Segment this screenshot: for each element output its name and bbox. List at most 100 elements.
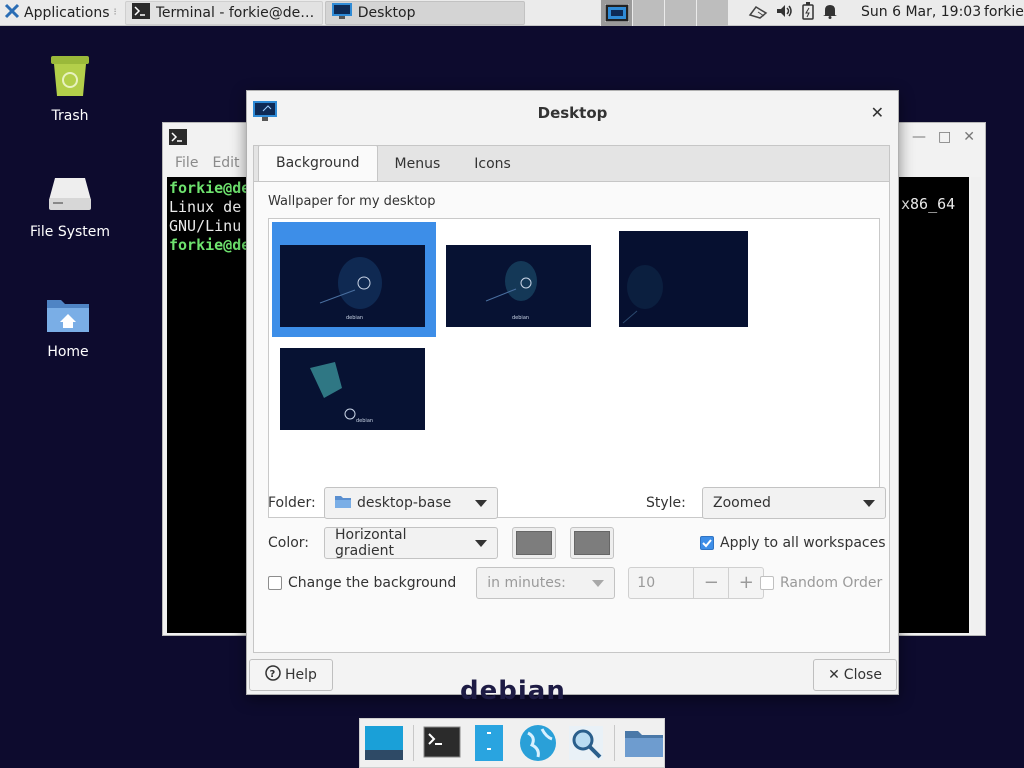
menu-edit[interactable]: Edit [212, 155, 239, 171]
wallpaper-caption: debian [346, 315, 363, 321]
desktop-icon-file-system[interactable]: File System [20, 174, 120, 240]
maximize-icon[interactable]: □ [938, 129, 951, 145]
minimize-icon[interactable]: — [912, 129, 926, 145]
wallpaper-section-label: Wallpaper for my desktop [268, 194, 436, 209]
wallpaper-caption: debian [356, 418, 373, 424]
help-icon: ? [265, 665, 281, 685]
menu-dots-icon: ⁝ [113, 7, 117, 18]
close-button[interactable]: ✕ Close [813, 659, 897, 691]
menu-file[interactable]: File [175, 155, 198, 171]
volume-icon[interactable] [776, 3, 794, 23]
workspace-switcher [600, 0, 728, 26]
terminal-icon[interactable] [423, 723, 461, 763]
interval-value: 10 [637, 575, 656, 591]
svg-text:?: ? [270, 669, 276, 680]
trash-icon [20, 52, 120, 102]
taskbar-terminal-title: Terminal - forkie@debia... [155, 4, 316, 21]
style-row: Style: Zoomed [646, 487, 886, 519]
color2-swatch [574, 531, 610, 555]
drive-icon [20, 174, 120, 218]
apply-all-label: Apply to all workspaces [720, 535, 886, 551]
color-style-combobox[interactable]: Horizontal gradient [324, 527, 498, 559]
color-row: Color: Horizontal gradient [268, 527, 614, 559]
tab-menus[interactable]: Menus [378, 147, 458, 181]
wallpaper-thumbnail[interactable] [619, 231, 748, 327]
change-background-checkbox[interactable] [268, 576, 282, 590]
close-icon[interactable]: ✕ [963, 129, 975, 145]
desktop-icon-label: Home [47, 344, 89, 360]
help-label: Help [285, 667, 317, 683]
folder-label: Folder: [268, 495, 316, 511]
applications-label: Applications [24, 4, 110, 21]
taskbar-desktop-button[interactable]: Desktop [324, 0, 525, 25]
random-order-checkbox[interactable] [760, 576, 774, 590]
terminal-icon [131, 2, 150, 23]
wallpaper-thumbnail[interactable]: debian [446, 245, 591, 327]
apply-all-row[interactable]: Apply to all workspaces [700, 535, 886, 551]
tab-container: Background Menus Icons Wallpaper for my … [253, 145, 890, 653]
tab-background[interactable]: Background [258, 145, 378, 181]
terminal-window-icon [169, 129, 187, 149]
color1-swatch [516, 531, 552, 555]
system-tray [748, 0, 838, 26]
taskbar-terminal-button[interactable]: Terminal - forkie@debia... [124, 0, 323, 25]
workspace-1[interactable] [600, 0, 632, 26]
terminal-window-controls: — □ ✕ [912, 129, 975, 145]
file-manager-icon[interactable] [470, 723, 508, 763]
increment-icon[interactable]: + [728, 568, 763, 598]
terminal-scrollbar[interactable] [971, 177, 981, 633]
help-button[interactable]: ? Help [249, 659, 333, 691]
clock[interactable]: Sun 6 Mar, 19:03 [861, 4, 981, 20]
folder-icon[interactable] [624, 723, 664, 763]
apply-all-checkbox[interactable] [700, 536, 714, 550]
interval-spinbutton[interactable]: 10 − + [628, 567, 765, 599]
notification-bell-icon[interactable] [822, 3, 838, 23]
chevron-down-icon [863, 499, 875, 507]
chevron-down-icon [592, 579, 605, 587]
applications-menu-button[interactable]: Applications ⁝ [0, 0, 121, 26]
color2-button[interactable] [570, 527, 614, 559]
show-desktop-icon[interactable] [364, 723, 404, 763]
workspace-4[interactable] [696, 0, 728, 26]
search-icon[interactable] [567, 723, 605, 763]
wallpaper-caption: debian [512, 315, 529, 321]
desktop-settings-icon [331, 2, 352, 23]
random-order-label: Random Order [780, 575, 883, 591]
workspace-3[interactable] [664, 0, 696, 26]
home-folder-icon [18, 294, 118, 338]
desktop-icon-trash[interactable]: Trash [20, 52, 120, 124]
tab-icons[interactable]: Icons [457, 147, 528, 181]
folder-icon [335, 494, 351, 512]
web-browser-icon[interactable] [518, 723, 558, 763]
chevron-down-icon [475, 539, 487, 547]
folder-value: desktop-base [357, 495, 452, 511]
interval-unit-combobox[interactable]: in minutes: [476, 567, 616, 599]
folder-combobox[interactable]: desktop-base [324, 487, 498, 519]
top-panel: Applications ⁝ Terminal - forkie@debia..… [0, 0, 1024, 26]
color1-button[interactable] [512, 527, 556, 559]
style-label: Style: [646, 495, 686, 511]
network-icon[interactable] [748, 3, 768, 23]
interval-unit-value: in minutes: [487, 575, 566, 591]
wallpaper-thumbnail[interactable]: debian [280, 245, 425, 327]
desktop-icon-home[interactable]: Home [18, 294, 118, 360]
color-label: Color: [268, 535, 310, 551]
color-style-value: Horizontal gradient [335, 527, 407, 559]
decrement-icon[interactable]: − [693, 568, 728, 598]
battery-icon[interactable] [802, 2, 814, 24]
style-value: Zoomed [713, 495, 771, 511]
desktop-settings-dialog: Desktop ✕ Background Menus Icons Wallpap… [246, 90, 899, 695]
chevron-down-icon [475, 499, 487, 507]
style-combobox[interactable]: Zoomed [702, 487, 886, 519]
wallpaper-thumbnail[interactable]: debian [280, 348, 425, 430]
dialog-close-icon[interactable]: ✕ [871, 103, 884, 122]
workspace-2[interactable] [632, 0, 664, 26]
folder-row: Folder: desktop-base [268, 487, 498, 519]
close-label: Close [843, 667, 882, 683]
terminal-line-fragment: x86_64 [901, 195, 956, 213]
random-order-row[interactable]: Random Order [760, 575, 882, 591]
dock-separator [413, 725, 414, 761]
taskbar-desktop-title: Desktop [357, 4, 416, 21]
dock-separator [614, 725, 615, 761]
user-menu[interactable]: forkie [984, 4, 1024, 20]
